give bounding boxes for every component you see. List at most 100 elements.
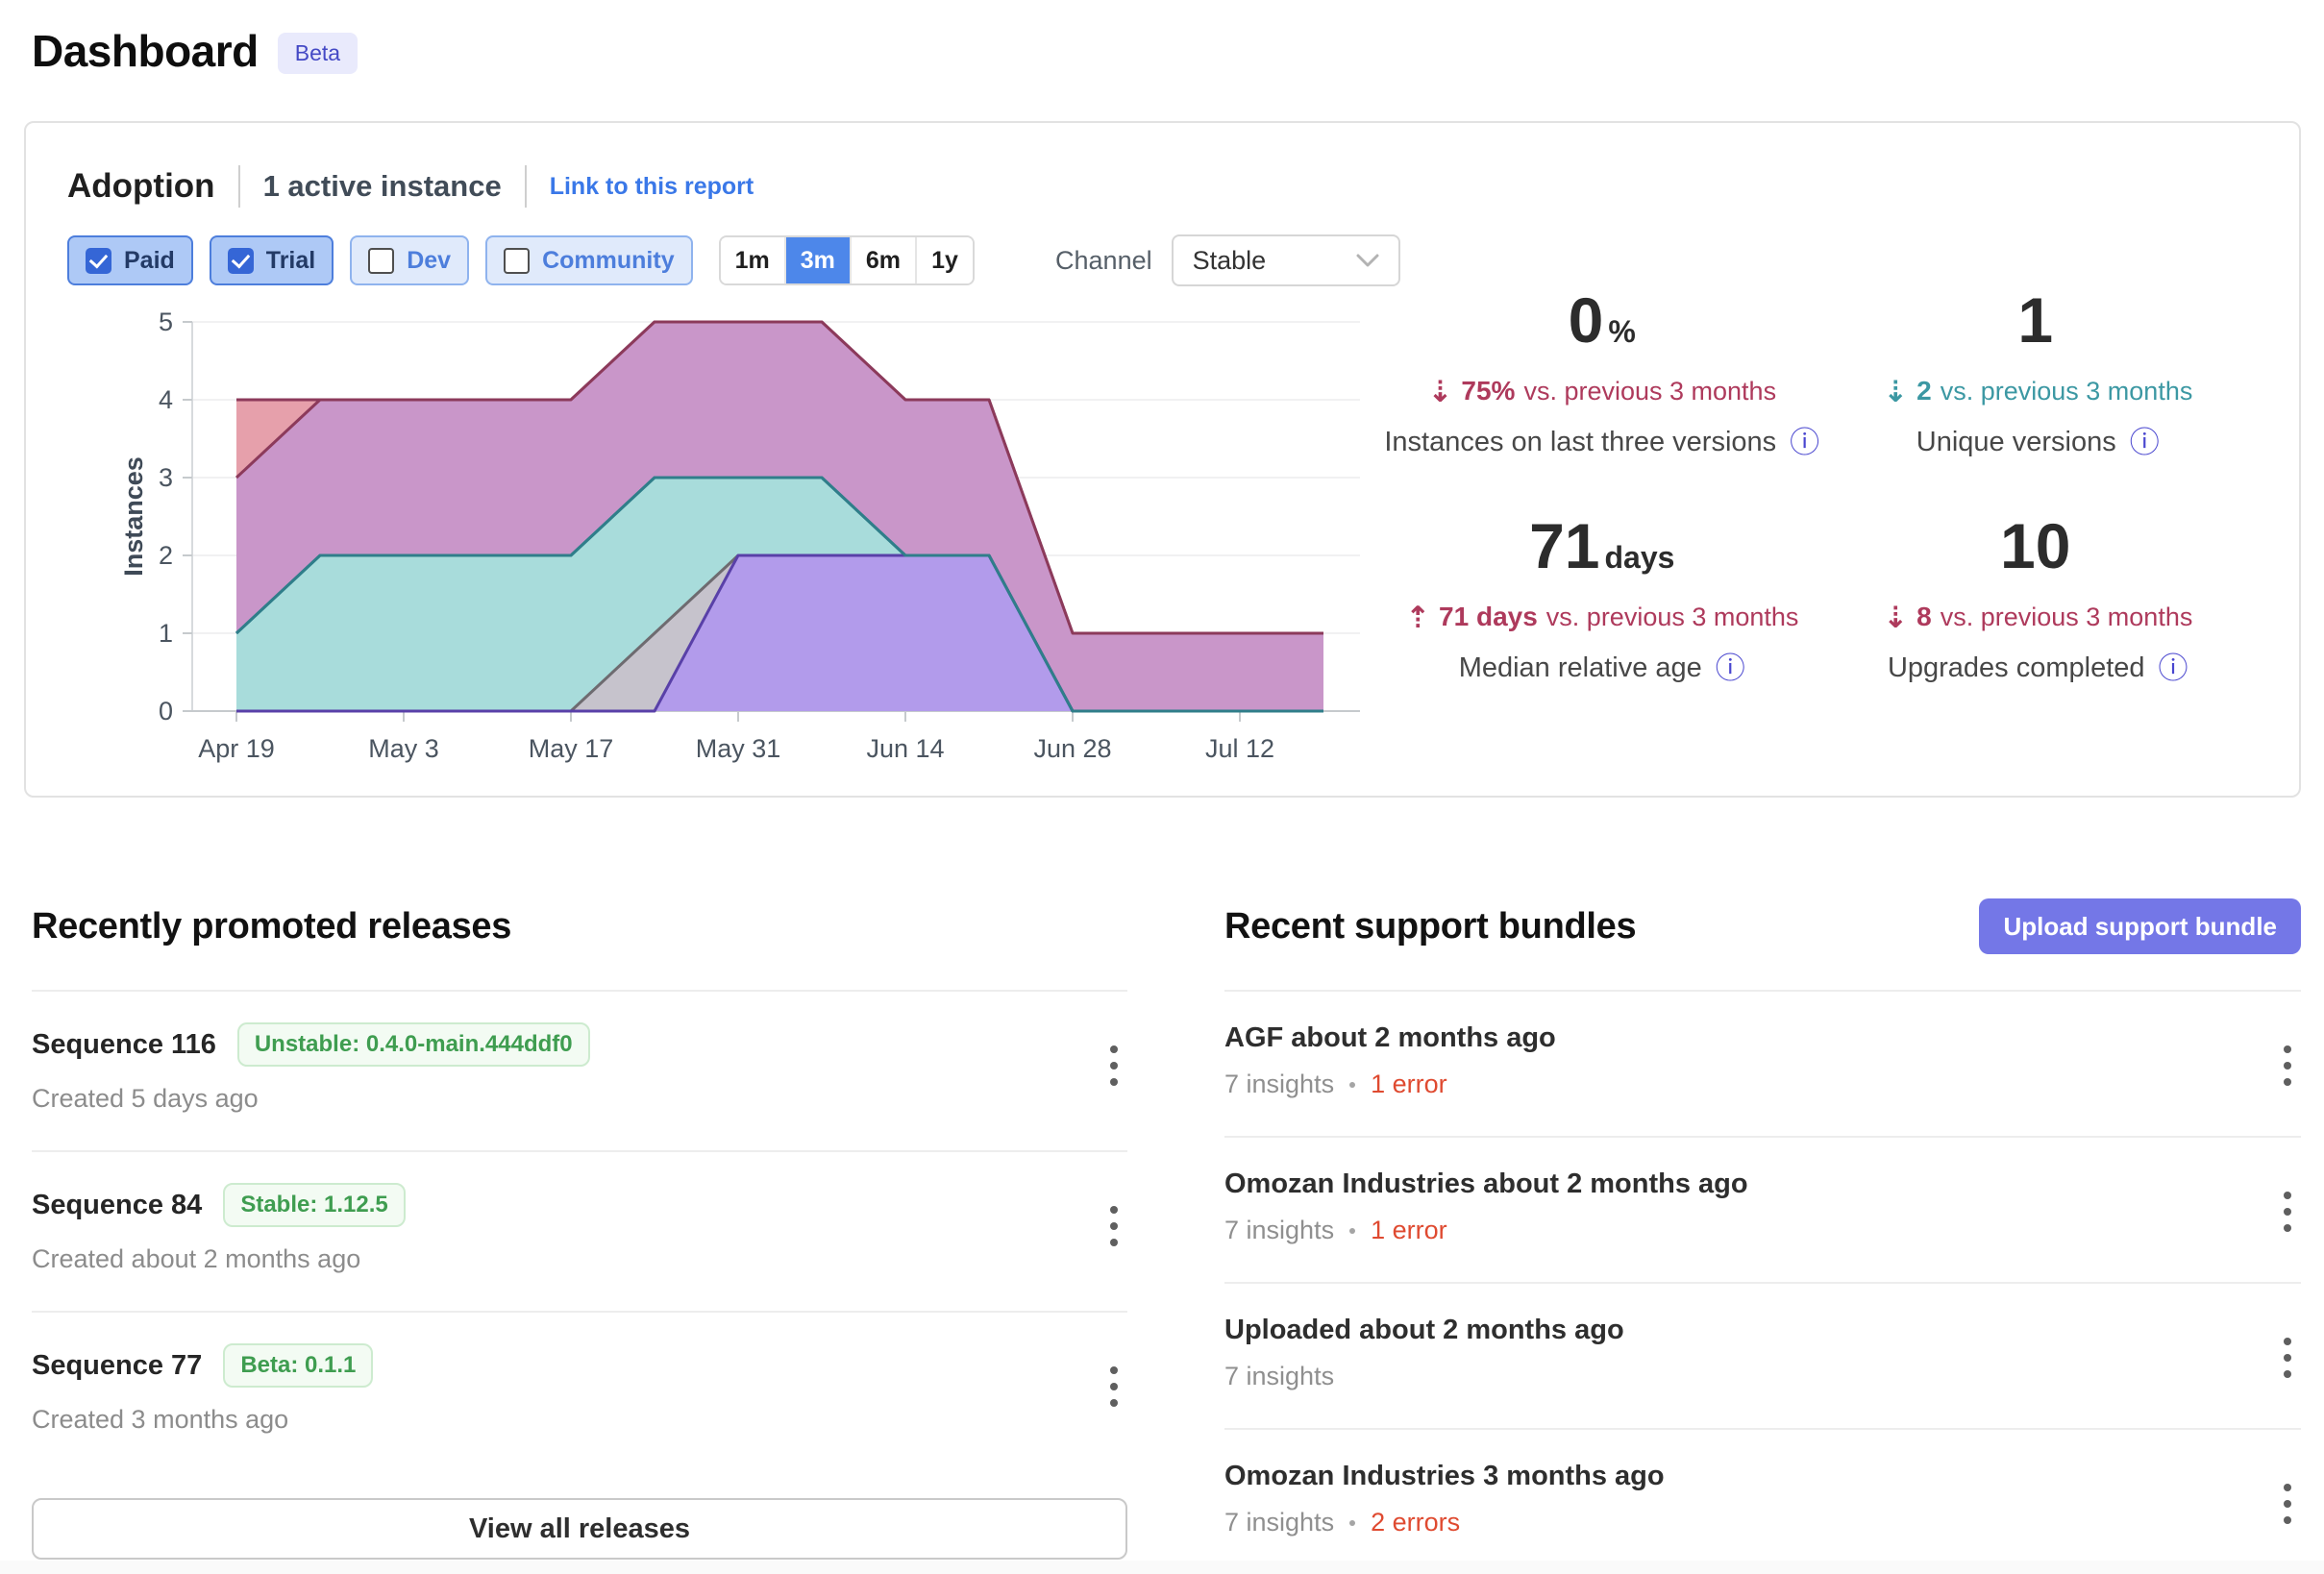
filter-dev[interactable]: Dev — [350, 235, 469, 285]
release-channel-badge: Beta: 0.1.1 — [223, 1343, 373, 1388]
next-card-edge — [0, 1561, 2324, 1574]
bundle-row[interactable]: AGF about 2 months ago 7 insights 1 erro… — [1224, 990, 2301, 1136]
stat-delta: ⇣ 2 vs. previous 3 months — [1820, 373, 2257, 407]
delta-text: vs. previous 3 months — [1523, 377, 1776, 406]
filter-trial[interactable]: Trial — [210, 235, 334, 285]
releases-list: Sequence 116 Unstable: 0.4.0-main.444ddf… — [32, 990, 1127, 1471]
adoption-card: Adoption 1 active instance Link to this … — [24, 121, 2301, 798]
kebab-menu-icon[interactable] — [2274, 1328, 2301, 1388]
filter-trial-label: Trial — [266, 247, 315, 275]
adoption-chart-row: 012345Apr 19May 3May 17May 31Jun 14Jun 2… — [67, 307, 2256, 767]
svg-text:0: 0 — [159, 697, 173, 726]
bundle-row[interactable]: Uploaded about 2 months ago 7 insights — [1224, 1282, 2301, 1428]
info-icon[interactable]: ⓘ — [2130, 428, 2160, 457]
delta-value: 8 — [1916, 602, 1932, 632]
stat-label: Upgrades completed ⓘ — [1820, 652, 2257, 684]
checkbox-checked-icon[interactable] — [228, 248, 254, 274]
svg-text:1: 1 — [159, 619, 173, 648]
release-row[interactable]: Sequence 116 Unstable: 0.4.0-main.444ddf… — [32, 990, 1127, 1150]
support-bundles-section: Recent support bundles Upload support bu… — [1224, 898, 2301, 1574]
filter-community[interactable]: Community — [485, 235, 693, 285]
page-header: Dashboard Beta — [0, 0, 2324, 77]
release-created: Created 5 days ago — [32, 1084, 1100, 1114]
page-title: Dashboard — [32, 25, 259, 77]
bundles-section-header: Recent support bundles Upload support bu… — [1224, 898, 2301, 955]
kebab-menu-icon[interactable] — [2274, 1036, 2301, 1095]
range-1m[interactable]: 1m — [721, 237, 784, 283]
bundle-meta: 7 insights 2 errors — [1224, 1508, 2274, 1537]
range-3m[interactable]: 3m — [784, 237, 850, 283]
dot-separator — [1349, 1520, 1355, 1526]
checkbox-checked-icon[interactable] — [86, 248, 111, 274]
stat-delta: ⇡ 71 days vs. previous 3 months — [1384, 599, 1820, 633]
checkbox-unchecked-icon[interactable] — [368, 248, 394, 274]
active-instance-count: 1 active instance — [263, 169, 502, 204]
chevron-down-icon — [1356, 254, 1379, 267]
bundles-list: AGF about 2 months ago 7 insights 1 erro… — [1224, 990, 2301, 1574]
kebab-menu-icon[interactable] — [1100, 1036, 1127, 1095]
view-all-releases-button[interactable]: View all releases — [32, 1498, 1127, 1560]
bundle-errors: 1 error — [1371, 1070, 1447, 1099]
dot-separator — [1349, 1082, 1355, 1088]
bundles-heading: Recent support bundles — [1224, 906, 1636, 947]
filter-paid-label: Paid — [124, 247, 175, 275]
adoption-title: Adoption — [67, 167, 215, 206]
bundle-title: Omozan Industries 3 months ago — [1224, 1461, 1665, 1492]
arrow-down-icon: ⇣ — [1883, 375, 1908, 409]
bundle-row[interactable]: Omozan Industries about 2 months ago 7 i… — [1224, 1136, 2301, 1282]
info-icon[interactable]: ⓘ — [1716, 653, 1745, 683]
releases-section-header: Recently promoted releases — [32, 898, 1127, 955]
stat-value: 71days — [1384, 514, 1820, 578]
bundle-meta: 7 insights — [1224, 1362, 2274, 1391]
delta-text: vs. previous 3 months — [1941, 377, 2193, 406]
filter-dev-label: Dev — [407, 247, 451, 275]
releases-heading: Recently promoted releases — [32, 906, 511, 947]
svg-text:2: 2 — [159, 541, 173, 570]
bundle-row[interactable]: Omozan Industries 3 months ago 7 insight… — [1224, 1428, 2301, 1574]
stat-instances-last-three-versions: 0% ⇣ 75% vs. previous 3 months Instances… — [1384, 288, 1820, 458]
link-to-report[interactable]: Link to this report — [550, 173, 754, 201]
info-icon[interactable]: ⓘ — [2159, 653, 2188, 683]
bundle-insights: 7 insights — [1224, 1216, 1334, 1245]
range-1y[interactable]: 1y — [915, 237, 973, 283]
bundle-meta: 7 insights 1 error — [1224, 1070, 2274, 1099]
stat-label: Instances on last three versions ⓘ — [1384, 427, 1820, 458]
filter-row: Paid Trial Dev Community 1m 3m 6m 1y Cha… — [67, 234, 2256, 286]
release-created: Created 3 months ago — [32, 1405, 1100, 1435]
bundle-insights: 7 insights — [1224, 1362, 1334, 1391]
stat-upgrades-completed: 10 ⇣ 8 vs. previous 3 months Upgrades co… — [1820, 514, 2257, 684]
divider — [238, 165, 240, 208]
bundle-title: Omozan Industries about 2 months ago — [1224, 1168, 1748, 1200]
bottom-sections: Recently promoted releases Sequence 116 … — [32, 898, 2301, 1574]
kebab-menu-icon[interactable] — [1100, 1196, 1127, 1256]
stat-value: 1 — [1820, 288, 2257, 352]
info-icon[interactable]: ⓘ — [1790, 428, 1819, 457]
beta-badge: Beta — [278, 33, 358, 74]
kebab-menu-icon[interactable] — [1100, 1357, 1127, 1416]
upload-support-bundle-button[interactable]: Upload support bundle — [1979, 898, 2301, 954]
kebab-menu-icon[interactable] — [2274, 1182, 2301, 1242]
stat-median-relative-age: 71days ⇡ 71 days vs. previous 3 months M… — [1384, 514, 1820, 684]
release-row[interactable]: Sequence 84 Stable: 1.12.5 Created about… — [32, 1150, 1127, 1311]
svg-text:May 3: May 3 — [368, 734, 439, 763]
svg-text:3: 3 — [159, 463, 173, 492]
kebab-menu-icon[interactable] — [2274, 1474, 2301, 1534]
time-range-segmented-control: 1m 3m 6m 1y — [719, 235, 975, 285]
delta-value: 2 — [1916, 376, 1932, 406]
delta-text: vs. previous 3 months — [1546, 603, 1799, 632]
adoption-card-header: Adoption 1 active instance Link to this … — [67, 163, 2256, 209]
checkbox-unchecked-icon[interactable] — [504, 248, 530, 274]
arrow-down-icon: ⇣ — [1427, 375, 1452, 409]
svg-text:Instances: Instances — [119, 456, 148, 577]
channel-label: Channel — [1055, 246, 1152, 276]
stat-label: Median relative age ⓘ — [1384, 652, 1820, 684]
release-row[interactable]: Sequence 77 Beta: 0.1.1 Created 3 months… — [32, 1311, 1127, 1471]
stat-delta: ⇣ 75% vs. previous 3 months — [1384, 373, 1820, 407]
channel-select-value: Stable — [1193, 246, 1267, 276]
range-6m[interactable]: 6m — [850, 237, 915, 283]
channel-select[interactable]: Stable — [1172, 234, 1400, 286]
release-title: Sequence 84 — [32, 1190, 202, 1221]
bundle-insights: 7 insights — [1224, 1508, 1334, 1537]
filter-paid[interactable]: Paid — [67, 235, 193, 285]
svg-text:Apr 19: Apr 19 — [198, 734, 275, 763]
